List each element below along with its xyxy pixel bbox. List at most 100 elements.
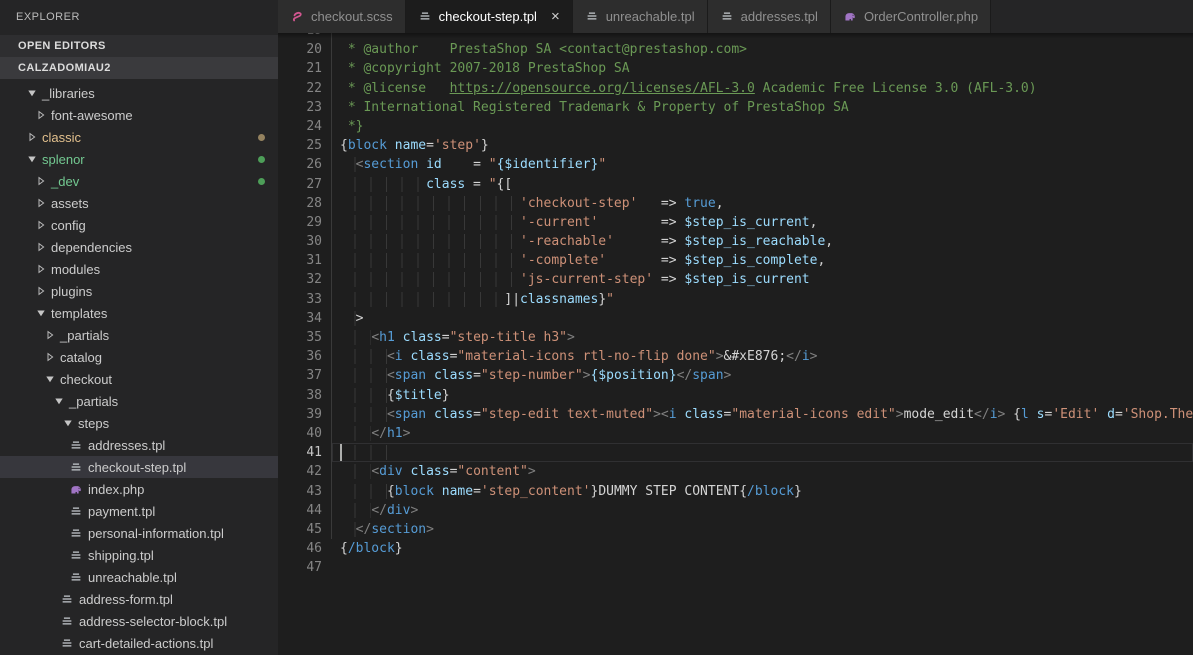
code-line-30[interactable]: 30 '-reachable' => $step_is_reachable, <box>278 232 1193 251</box>
tree-item-config[interactable]: config <box>0 214 278 236</box>
code-line-37[interactable]: 37 <span class="step-number">{$position}… <box>278 366 1193 385</box>
template-file-icon <box>720 9 735 24</box>
chevron-right-icon <box>43 351 56 363</box>
tree-item-address-selector-block-tpl[interactable]: address-selector-block.tpl <box>0 610 278 632</box>
tree-item-modules[interactable]: modules <box>0 258 278 280</box>
file-tree: _librariesfont-awesomeclassicsplenor_dev… <box>0 79 278 654</box>
code-line-35[interactable]: 35 <h1 class="step-title h3"> <box>278 328 1193 347</box>
code-line-25[interactable]: 25{block name='step'} <box>278 136 1193 155</box>
tree-item-index-php[interactable]: index.php <box>0 478 278 500</box>
code-line-36[interactable]: 36 <i class="material-icons rtl-no-flip … <box>278 347 1193 366</box>
tree-item-catalog[interactable]: catalog <box>0 346 278 368</box>
chevron-right-icon <box>5 40 18 52</box>
tree-item-payment-tpl[interactable]: payment.tpl <box>0 500 278 522</box>
line-number: 20 <box>278 40 322 59</box>
line-content: </div> <box>331 501 1193 520</box>
code-line-29[interactable]: 29 '-current' => $step_is_current, <box>278 213 1193 232</box>
tree-item-shipping-tpl[interactable]: shipping.tpl <box>0 544 278 566</box>
chevron-down-icon <box>5 62 18 74</box>
code-line-42[interactable]: 42 <div class="content"> <box>278 462 1193 481</box>
code-line-23[interactable]: 23 * International Registered Trademark … <box>278 98 1193 117</box>
code-line-31[interactable]: 31 '-complete' => $step_is_complete, <box>278 251 1193 270</box>
code-line-32[interactable]: 32 'js-current-step' => $step_is_current <box>278 270 1193 289</box>
git-status-dot <box>258 178 265 185</box>
line-content: * @license https://opensource.org/licens… <box>331 79 1193 98</box>
section-project-root[interactable]: CALZADOMIAU2 <box>0 57 278 79</box>
line-content: class = "{[ <box>331 175 1193 194</box>
code-line-46[interactable]: 46{/block} <box>278 539 1193 558</box>
section-open-editors[interactable]: OPEN EDITORS <box>0 35 278 57</box>
tab-unreachable-tpl[interactable]: unreachable.tpl <box>573 0 708 33</box>
tree-item-checkout-step-tpl[interactable]: checkout-step.tpl <box>0 456 278 478</box>
line-number: 32 <box>278 270 322 289</box>
tree-item-cart-detailed-actions-tpl[interactable]: cart-detailed-actions.tpl <box>0 632 278 654</box>
tab-label: addresses.tpl <box>741 9 818 24</box>
code-line-26[interactable]: 26 <section id = "{$identifier}" <box>278 155 1193 174</box>
line-content: '-current' => $step_is_current, <box>331 213 1193 232</box>
code-line-21[interactable]: 21 * @copyright 2007-2018 PrestaShop SA <box>278 59 1193 78</box>
line-content: {$title} <box>331 386 1193 405</box>
chevron-right-icon <box>25 131 38 143</box>
line-number: 23 <box>278 98 322 117</box>
code-line-39[interactable]: 39 <span class="step-edit text-muted"><i… <box>278 405 1193 424</box>
code-line-47[interactable]: 47 <box>278 558 1193 577</box>
line-number: 41 <box>278 443 322 462</box>
chevron-right-icon <box>34 109 47 121</box>
tree-item-personal-information-tpl[interactable]: personal-information.tpl <box>0 522 278 544</box>
tree-item-addresses-tpl[interactable]: addresses.tpl <box>0 434 278 456</box>
tab-label: checkout-step.tpl <box>439 9 537 24</box>
code-line-24[interactable]: 24 *} <box>278 117 1193 136</box>
tree-item-splenor[interactable]: splenor <box>0 148 278 170</box>
tree-item-dependencies[interactable]: dependencies <box>0 236 278 258</box>
tree-item-templates[interactable]: templates <box>0 302 278 324</box>
tree-item-plugins[interactable]: plugins <box>0 280 278 302</box>
code-line-28[interactable]: 28 'checkout-step' => true, <box>278 194 1193 213</box>
tab-addresses-tpl[interactable]: addresses.tpl <box>708 0 831 33</box>
code-editor[interactable]: 19 *20 * @author PrestaShop SA <contact@… <box>278 33 1193 655</box>
code-line-45[interactable]: 45 </section> <box>278 520 1193 539</box>
template-file-icon <box>68 460 84 475</box>
tree-item-assets[interactable]: assets <box>0 192 278 214</box>
template-file-icon <box>68 570 84 585</box>
line-number: 24 <box>278 117 322 136</box>
tab-label: unreachable.tpl <box>606 9 695 24</box>
tree-item-font-awesome[interactable]: font-awesome <box>0 104 278 126</box>
code-line-19[interactable]: 19 * <box>278 33 1193 40</box>
code-line-34[interactable]: 34 > <box>278 309 1193 328</box>
tree-item-label: index.php <box>88 482 144 497</box>
tree-item-classic[interactable]: classic <box>0 126 278 148</box>
tab-ordercontroller-php[interactable]: OrderController.php <box>831 0 991 33</box>
tree-item-_dev[interactable]: _dev <box>0 170 278 192</box>
tree-item-label: unreachable.tpl <box>88 570 177 585</box>
code-line-27[interactable]: 27 class = "{[ <box>278 175 1193 194</box>
chevron-right-icon <box>34 263 47 275</box>
code-line-44[interactable]: 44 </div> <box>278 501 1193 520</box>
code-line-33[interactable]: 33 ]|classnames}" <box>278 290 1193 309</box>
tab-checkout-scss[interactable]: checkout.scss <box>278 0 406 33</box>
tree-item-unreachable-tpl[interactable]: unreachable.tpl <box>0 566 278 588</box>
close-icon[interactable]: × <box>551 9 560 24</box>
tree-item-_partials[interactable]: _partials <box>0 390 278 412</box>
template-file-icon <box>585 9 600 24</box>
line-number: 47 <box>278 558 322 577</box>
tree-item-steps[interactable]: steps <box>0 412 278 434</box>
tree-item-label: plugins <box>51 284 92 299</box>
tree-item-_libraries[interactable]: _libraries <box>0 82 278 104</box>
code-line-20[interactable]: 20 * @author PrestaShop SA <contact@pres… <box>278 40 1193 59</box>
line-number: 36 <box>278 347 322 366</box>
tree-item-label: personal-information.tpl <box>88 526 224 541</box>
code-line-41[interactable]: 41 <box>278 443 1193 462</box>
tree-item-checkout[interactable]: checkout <box>0 368 278 390</box>
code-line-43[interactable]: 43 {block name='step_content'}DUMMY STEP… <box>278 482 1193 501</box>
line-content: * International Registered Trademark & P… <box>331 98 1193 117</box>
tree-item-address-form-tpl[interactable]: address-form.tpl <box>0 588 278 610</box>
php-file-icon <box>843 9 858 24</box>
line-number: 25 <box>278 136 322 155</box>
tab-checkout-step-tpl[interactable]: checkout-step.tpl × <box>406 0 573 33</box>
code-line-40[interactable]: 40 </h1> <box>278 424 1193 443</box>
code-line-38[interactable]: 38 {$title} <box>278 386 1193 405</box>
line-number: 22 <box>278 79 322 98</box>
section-project-label: CALZADOMIAU2 <box>18 62 111 74</box>
tree-item-_partials[interactable]: _partials <box>0 324 278 346</box>
code-line-22[interactable]: 22 * @license https://opensource.org/lic… <box>278 79 1193 98</box>
